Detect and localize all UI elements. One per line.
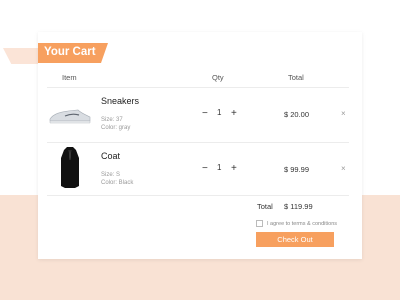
cart-title-ribbon: Your Cart: [38, 43, 108, 63]
item-name: Sneakers: [101, 96, 140, 106]
item-name: Coat: [101, 151, 121, 161]
qty-increase-button[interactable]: +: [231, 163, 237, 174]
qty-decrease-button[interactable]: −: [202, 163, 208, 174]
cart-row-sneakers: Sneakers Size: 37 Color: gray − 1 + $ 20…: [38, 88, 362, 142]
item-color: Color: gray: [101, 125, 131, 131]
divider: [47, 195, 349, 196]
cart-row-coat: Coat Size: S Color: Black − 1 + $ 99.99 …: [38, 143, 362, 197]
item-size: Size: 37: [101, 117, 123, 123]
qty-value: 1: [217, 108, 222, 117]
terms-checkbox-row[interactable]: I agree to terms & conditions: [256, 220, 337, 227]
cart-card: Your Cart Item Qty Total Sneakers Size: …: [38, 32, 362, 259]
remove-item-icon[interactable]: ×: [341, 164, 346, 173]
item-size: Size: S: [101, 172, 121, 178]
header-item: Item: [62, 73, 77, 82]
total-label: Total: [257, 202, 273, 211]
qty-increase-button[interactable]: +: [231, 108, 237, 119]
remove-item-icon[interactable]: ×: [341, 109, 346, 118]
total-value: $ 119.99: [284, 202, 313, 211]
item-price: $ 99.99: [284, 165, 310, 174]
terms-checkbox[interactable]: [256, 220, 263, 227]
cart-title: Your Cart: [44, 46, 96, 58]
qty-decrease-button[interactable]: −: [202, 108, 208, 119]
coat-image: [61, 147, 79, 188]
sneaker-image: [49, 109, 91, 124]
item-color: Color: Black: [101, 180, 134, 186]
qty-value: 1: [217, 163, 222, 172]
header-qty: Qty: [212, 73, 224, 82]
terms-label: I agree to terms & conditions: [267, 220, 338, 227]
header-total: Total: [288, 73, 304, 82]
checkout-button[interactable]: Check Out: [256, 232, 334, 247]
item-price: $ 20.00: [284, 110, 310, 119]
